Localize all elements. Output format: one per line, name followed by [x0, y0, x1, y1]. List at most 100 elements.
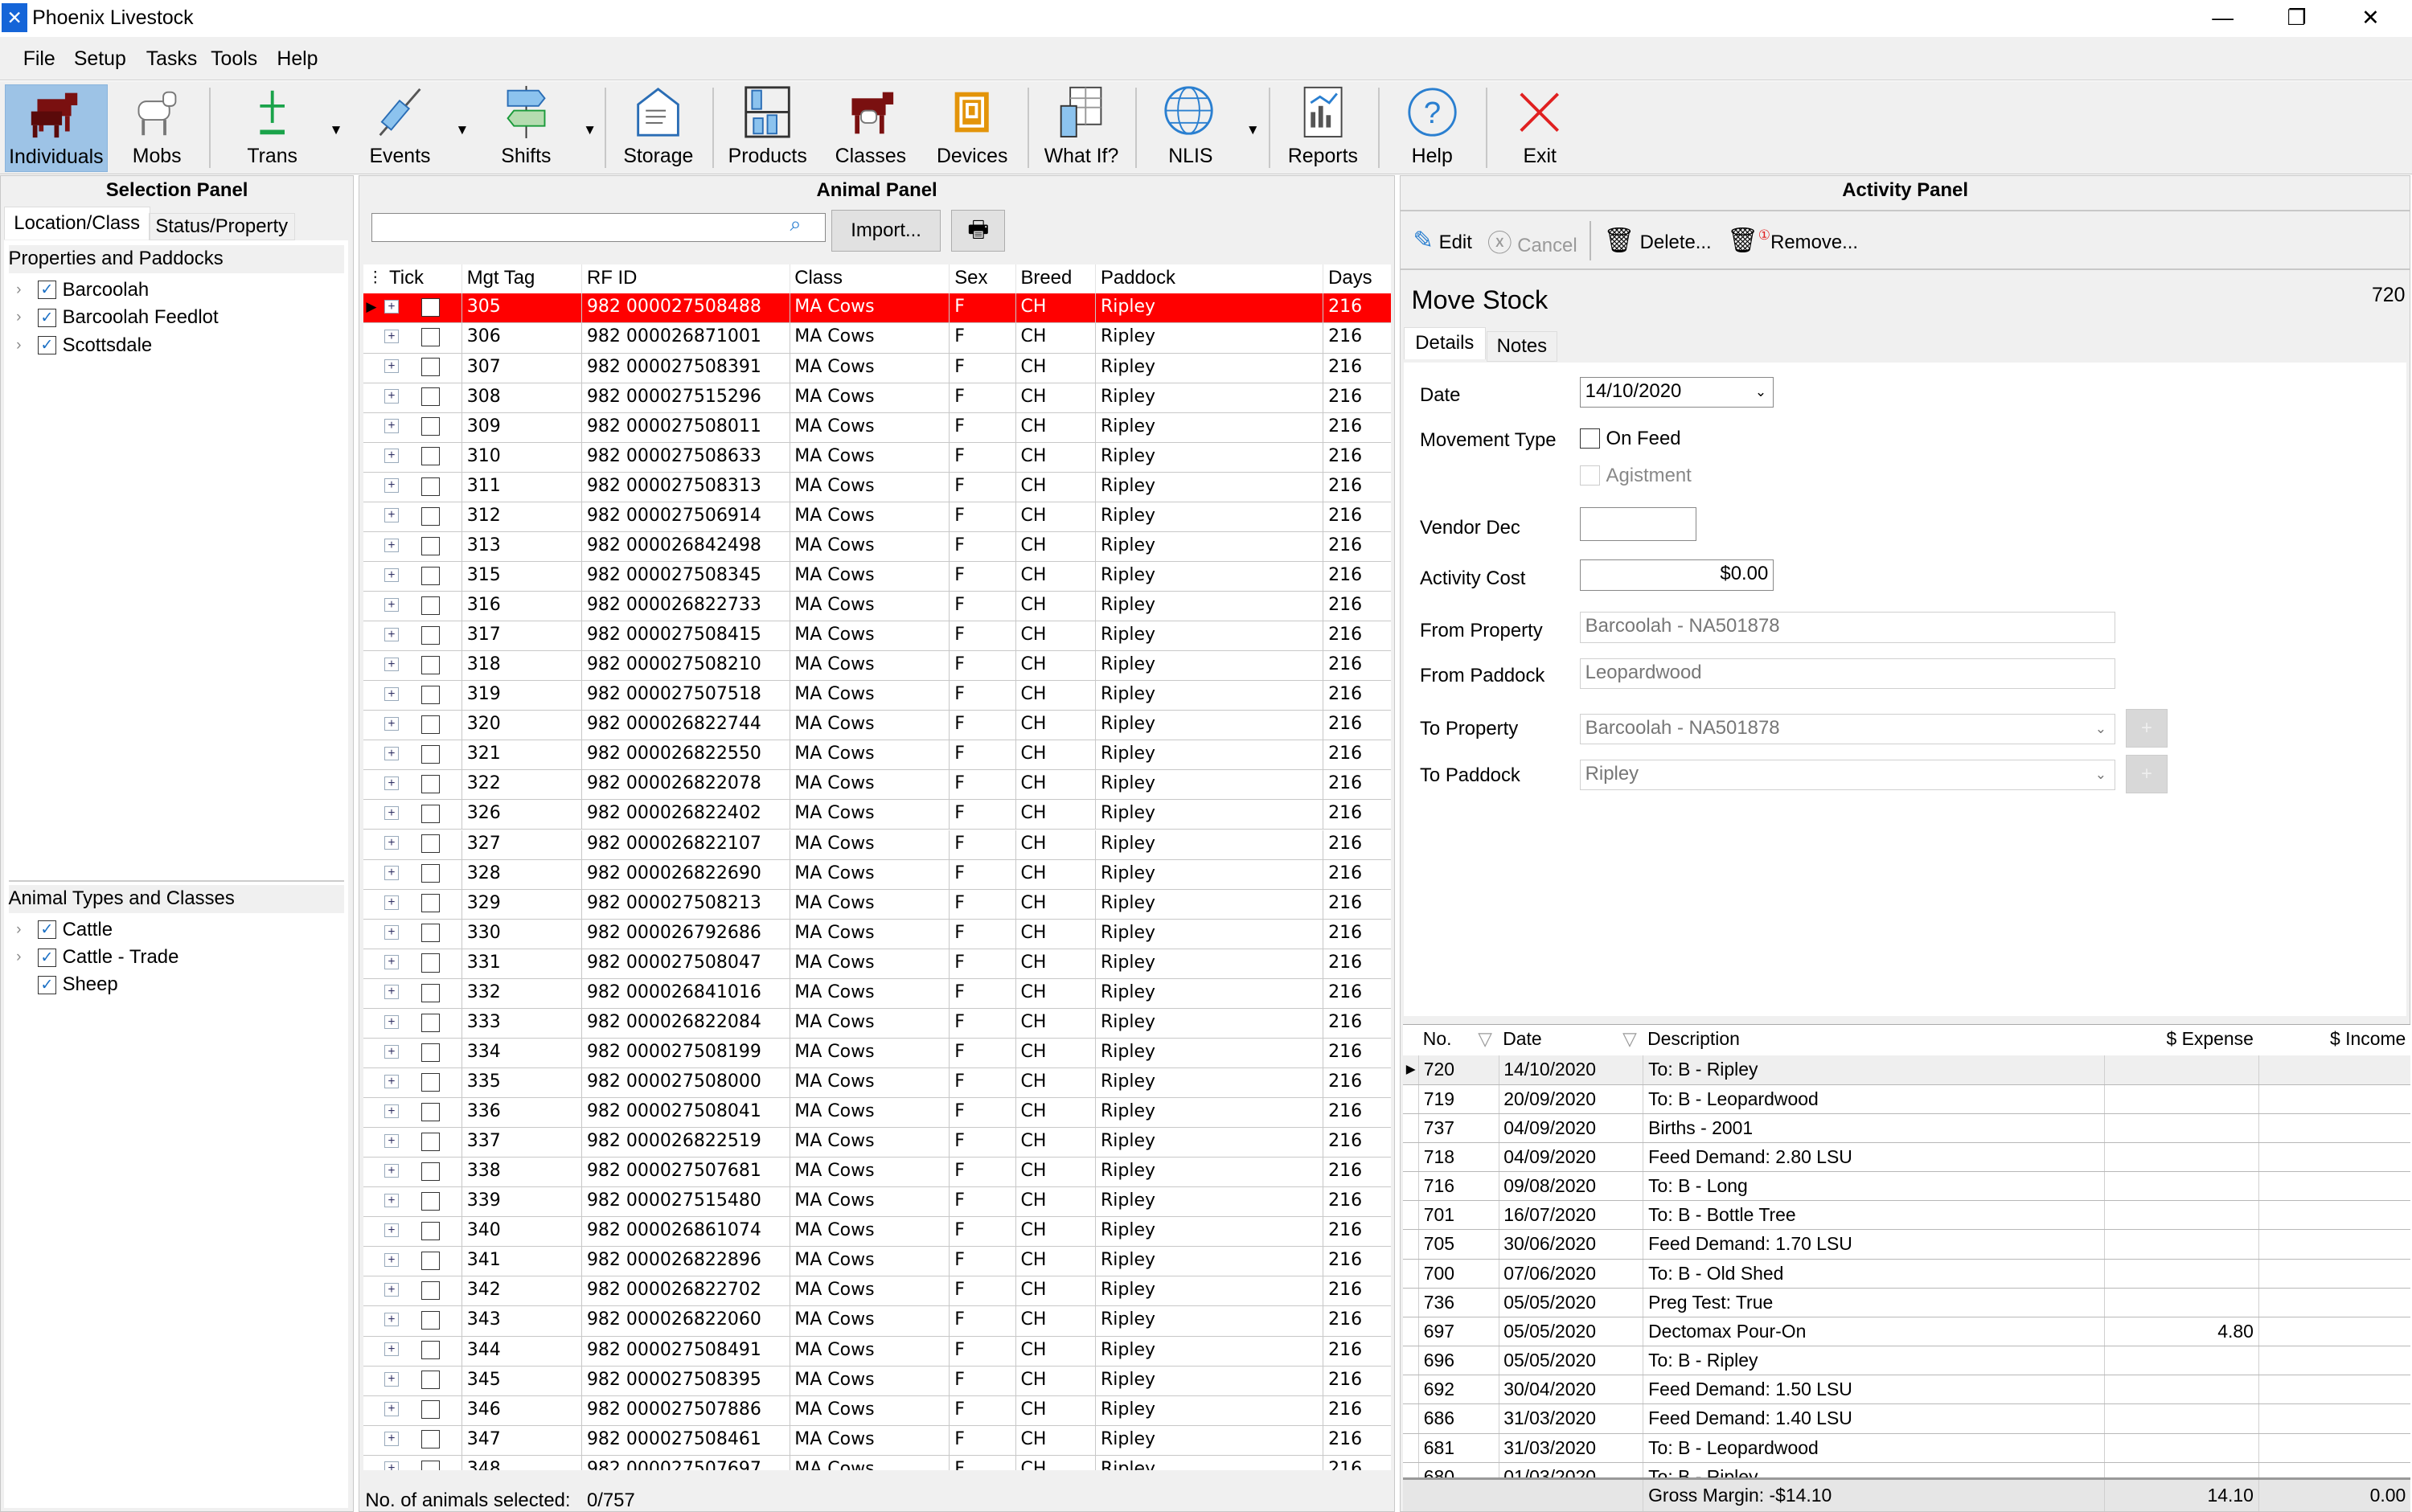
checkbox-checked[interactable]: ✓	[37, 920, 56, 940]
trans-dropdown-arrow-icon[interactable]: ▼	[329, 121, 343, 138]
vendor-dec-input[interactable]	[1579, 507, 1697, 542]
tick-checkbox[interactable]	[421, 1400, 441, 1420]
expand-row-icon[interactable]: +	[384, 330, 399, 344]
expand-row-icon[interactable]: +	[384, 1432, 399, 1446]
column-header-paddock[interactable]: Paddock	[1095, 264, 1323, 294]
history-row[interactable]: 696 05/05/2020 To: B - Ripley	[1402, 1346, 2411, 1376]
menu-file[interactable]: File	[23, 47, 55, 71]
tick-checkbox[interactable]	[421, 387, 441, 407]
expand-row-icon[interactable]: +	[384, 389, 399, 404]
checkbox-checked[interactable]: ✓	[37, 948, 56, 967]
expand-row-icon[interactable]: +	[384, 1402, 399, 1416]
table-row[interactable]: +322 982 000026822078 MA Cows F CH Ripley 216	[363, 770, 1391, 801]
expand-row-icon[interactable]: +	[384, 776, 399, 791]
tree-item-property[interactable]: › ✓ Scottsdale	[16, 331, 152, 359]
import-button[interactable]: Import...	[831, 210, 941, 252]
history-row[interactable]: 700 07/06/2020 To: B - Old Shed	[1402, 1259, 2411, 1289]
tab-status-property[interactable]: Status/Property	[148, 213, 295, 240]
tick-checkbox[interactable]	[421, 1371, 441, 1390]
expand-row-icon[interactable]: +	[384, 538, 399, 552]
column-header-breed[interactable]: Breed	[1015, 264, 1095, 294]
expand-row-icon[interactable]: +	[384, 895, 399, 910]
tick-checkbox[interactable]	[421, 1043, 441, 1062]
table-row[interactable]: +331 982 000027508047 MA Cows F CH Ripley 216	[363, 949, 1391, 979]
history-row[interactable]: 705 30/06/2020 Feed Demand: 1.70 LSU	[1402, 1230, 2411, 1260]
tick-checkbox[interactable]	[421, 447, 441, 466]
tick-checkbox[interactable]	[421, 506, 441, 526]
table-row[interactable]: +309 982 000027508011 MA Cows F CH Ripley 216	[363, 412, 1391, 443]
tick-checkbox[interactable]	[421, 805, 441, 824]
expand-row-icon[interactable]: +	[384, 1313, 399, 1327]
tick-checkbox[interactable]	[421, 715, 441, 735]
tree-item-property[interactable]: › ✓ Barcoolah Feedlot	[16, 304, 218, 331]
history-row[interactable]: 737 04/09/2020 Births - 2001	[1402, 1113, 2411, 1143]
table-row[interactable]: +339 982 000027515480 MA Cows F CH Ripley 216	[363, 1187, 1391, 1218]
expand-row-icon[interactable]: +	[384, 597, 399, 612]
tree-item-type[interactable]: › ✓ Cattle	[16, 916, 113, 943]
toolbar-mobs-button[interactable]: Mobs	[111, 84, 203, 170]
agistment-checkbox[interactable]: Agistment	[1579, 465, 1692, 487]
expand-row-icon[interactable]: +	[384, 1074, 399, 1088]
table-row[interactable]: +348 982 000027507697 MA Cows F CH Ripley 216	[363, 1455, 1391, 1471]
table-row[interactable]: +346 982 000027507886 MA Cows F CH Ripley 216	[363, 1395, 1391, 1426]
tick-checkbox[interactable]	[421, 1072, 441, 1092]
expand-row-icon[interactable]: +	[384, 1223, 399, 1238]
toolbar-exit-button[interactable]: Exit	[1494, 84, 1586, 170]
tick-checkbox[interactable]	[421, 745, 441, 764]
restore-button[interactable]: ❐	[2262, 0, 2332, 37]
expand-row-icon[interactable]: +	[384, 449, 399, 463]
tab-notes[interactable]: Notes	[1487, 331, 1557, 362]
expand-row-icon[interactable]: +	[384, 716, 399, 731]
table-row[interactable]: +337 982 000026822519 MA Cows F CH Ripley 216	[363, 1128, 1391, 1158]
toolbar-individuals-button[interactable]: Individuals	[4, 84, 108, 173]
to-property-dropdown[interactable]: Barcoolah - NA501878 ⌄	[1579, 713, 2115, 744]
tick-checkbox[interactable]	[421, 834, 441, 854]
tick-checkbox[interactable]	[421, 1013, 441, 1032]
table-row[interactable]: +341 982 000026822896 MA Cows F CH Ripley 216	[363, 1247, 1391, 1277]
history-row[interactable]: 681 31/03/2020 To: B - Leopardwood	[1402, 1433, 2411, 1463]
activity-cost-input[interactable]: $0.00	[1579, 559, 1774, 591]
expand-row-icon[interactable]: +	[384, 1283, 399, 1297]
expand-row-icon[interactable]: +	[384, 657, 399, 672]
print-icon[interactable]: 🖶	[951, 210, 1006, 252]
expand-row-icon[interactable]: +	[384, 925, 399, 940]
add-property-button[interactable]: +	[2126, 709, 2168, 748]
toolbar-devices-button[interactable]: Devices	[926, 84, 1019, 170]
history-row[interactable]: ▶ 720 14/10/2020 To: B - Ripley	[1402, 1055, 2411, 1085]
checkbox-checked[interactable]: ✓	[37, 975, 56, 994]
menu-tools[interactable]: Tools	[211, 47, 257, 71]
expand-row-icon[interactable]: +	[384, 1372, 399, 1387]
column-header-no[interactable]: No. ▽	[1418, 1025, 1498, 1055]
expand-row-icon[interactable]: +	[384, 1133, 399, 1149]
expand-row-icon[interactable]: +	[384, 1461, 399, 1471]
table-row[interactable]: +335 982 000027508000 MA Cows F CH Ripley 216	[363, 1067, 1391, 1099]
tick-checkbox[interactable]	[421, 298, 441, 318]
add-paddock-button[interactable]: +	[2126, 755, 2168, 794]
nlis-dropdown-arrow-icon[interactable]: ▼	[1246, 121, 1260, 138]
tab-location-class[interactable]: Location/Class	[3, 207, 150, 240]
tick-checkbox[interactable]	[421, 536, 441, 555]
table-row[interactable]: +338 982 000027507681 MA Cows F CH Ripley 216	[363, 1158, 1391, 1188]
toolbar-help-button[interactable]: ? Help	[1386, 84, 1479, 170]
expand-row-icon[interactable]: +	[384, 955, 399, 969]
cancel-button[interactable]: ⓧ Cancel	[1487, 223, 1577, 259]
tick-checkbox[interactable]	[421, 1311, 441, 1330]
expand-row-icon[interactable]: +	[384, 1104, 399, 1118]
table-row[interactable]: +317 982 000027508415 MA Cows F CH Ripley 216	[363, 621, 1391, 652]
chevron-right-icon[interactable]: ›	[16, 949, 38, 966]
expand-row-icon[interactable]: +	[384, 478, 399, 493]
chevron-right-icon[interactable]: ›	[16, 281, 38, 299]
tick-checkbox[interactable]	[421, 566, 441, 585]
column-chooser-icon[interactable]: ⋮	[363, 264, 385, 293]
filter-icon[interactable]: ▽	[1622, 1025, 1637, 1052]
table-row[interactable]: +336 982 000027508041 MA Cows F CH Ripley 216	[363, 1098, 1391, 1129]
remove-button[interactable]: 🗑①Remove...	[1727, 227, 1858, 255]
expand-row-icon[interactable]: +	[384, 1252, 399, 1268]
column-header-expense[interactable]: $ Expense	[2104, 1025, 2258, 1055]
table-row[interactable]: +308 982 000027515296 MA Cows F CH Ripley 216	[363, 383, 1391, 413]
edit-button[interactable]: ✎ Edit	[1413, 227, 1472, 255]
expand-row-icon[interactable]: +	[384, 985, 399, 999]
animal-search-input[interactable]	[371, 213, 826, 243]
history-row[interactable]: 719 20/09/2020 To: B - Leopardwood	[1402, 1084, 2411, 1114]
expand-row-icon[interactable]: +	[384, 1163, 399, 1178]
